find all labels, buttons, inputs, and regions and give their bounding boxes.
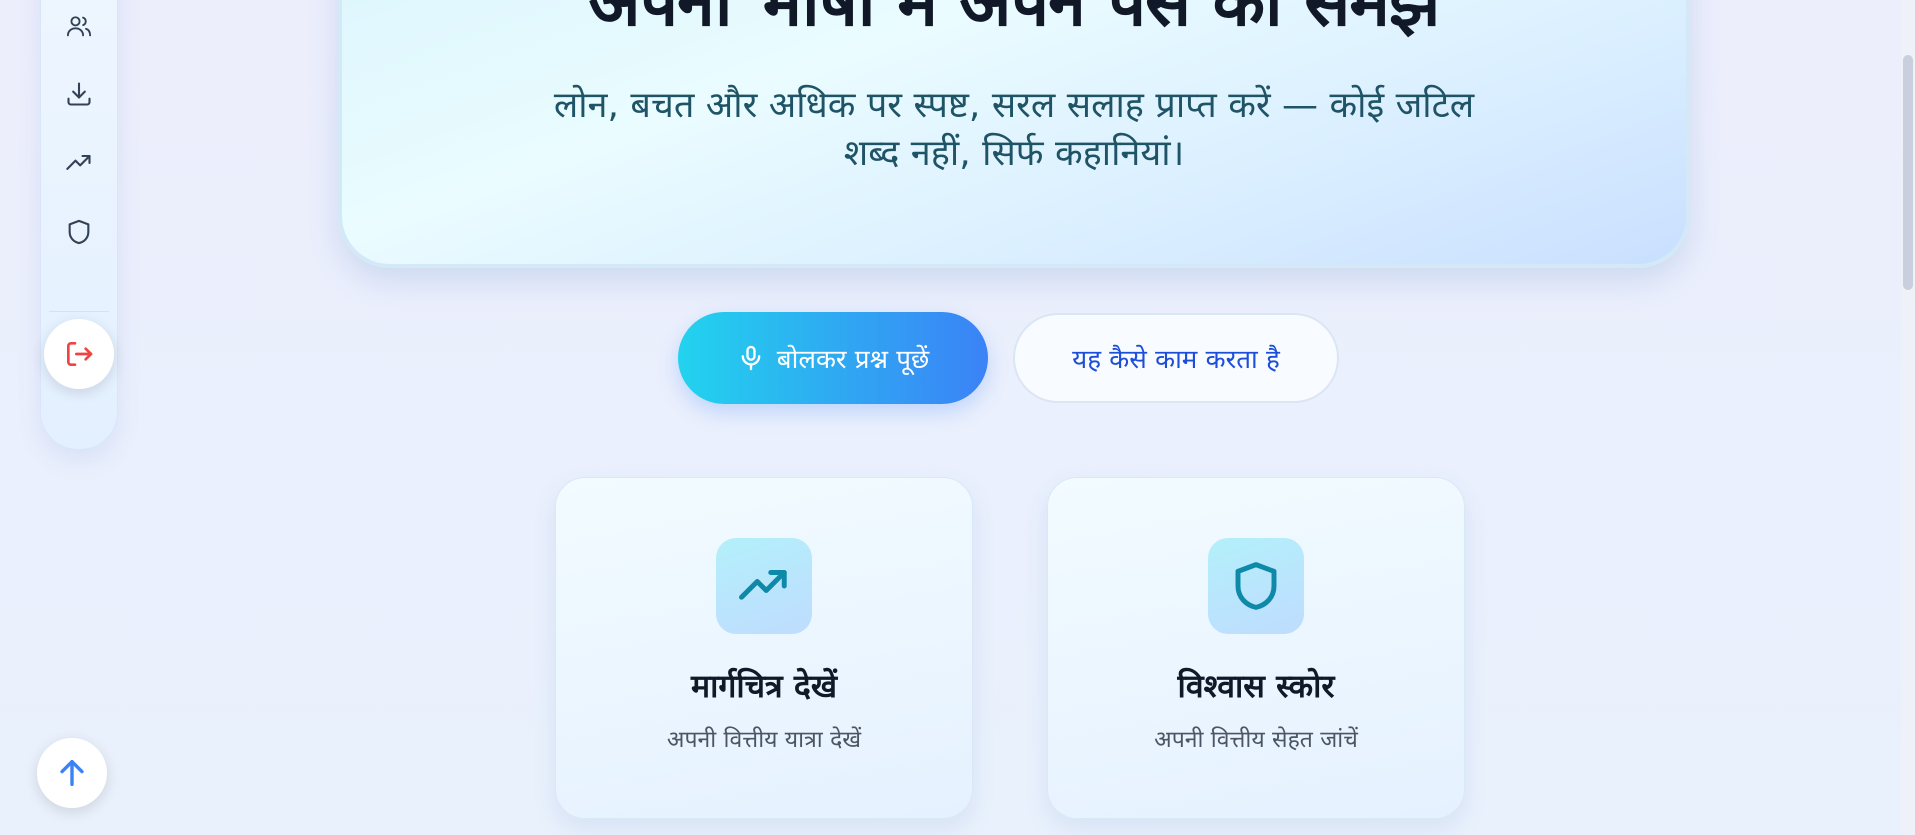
roadmap-card-description: अपनी वित्तीय यात्रा देखें: [666, 727, 862, 753]
trending-up-icon: [739, 570, 787, 600]
logout-button[interactable]: [44, 319, 114, 389]
sidebar-item-users[interactable]: [62, 9, 96, 43]
hero-banner: अपनी भाषा में अपने पैसे को समझें लोन, बच…: [338, 0, 1690, 268]
hero-subtitle: लोन, बचत और अधिक पर स्पष्ट, सरल सलाह प्र…: [553, 85, 1475, 174]
sidebar-item-trust[interactable]: [62, 215, 96, 249]
trending-up-icon: [66, 154, 91, 170]
how-it-works-button[interactable]: यह कैसे काम करता है: [1013, 313, 1339, 403]
arrow-up-icon: [60, 759, 84, 787]
download-icon: [67, 82, 91, 106]
roadmap-card-title: मार्गचित्र देखें: [690, 667, 838, 705]
ask-by-voice-label: बोलकर प्रश्न पूछें: [776, 345, 930, 375]
ask-by-voice-button[interactable]: बोलकर प्रश्न पूछें: [678, 312, 988, 404]
shield-icon: [1235, 562, 1277, 610]
hero-title: अपनी भाषा में अपने पैसे को समझें: [588, 0, 1441, 42]
users-icon: [66, 16, 92, 37]
sidebar-divider: [49, 311, 109, 312]
trust-score-card-description: अपनी वित्तीय सेहत जांचें: [1154, 727, 1358, 753]
scroll-to-top-button[interactable]: [37, 738, 107, 808]
logout-icon: [67, 342, 93, 366]
how-it-works-label: यह कैसे काम करता है: [1072, 345, 1280, 375]
roadmap-card-icon-tile: [716, 538, 812, 634]
trust-score-card[interactable]: विश्वास स्कोर अपनी वित्तीय सेहत जांचें: [1047, 477, 1465, 819]
trust-score-card-icon-tile: [1208, 538, 1304, 634]
microphone-icon: [741, 345, 761, 371]
page-scrollbar[interactable]: [1901, 0, 1915, 835]
trust-score-card-title: विश्वास स्कोर: [1177, 667, 1335, 705]
shield-icon: [68, 219, 90, 245]
sidebar: [40, 0, 118, 450]
roadmap-card[interactable]: मार्गचित्र देखें अपनी वित्तीय यात्रा देख…: [555, 477, 973, 819]
sidebar-item-download[interactable]: [62, 77, 96, 111]
sidebar-item-roadmap[interactable]: [62, 146, 96, 180]
scrollbar-thumb[interactable]: [1903, 55, 1913, 290]
